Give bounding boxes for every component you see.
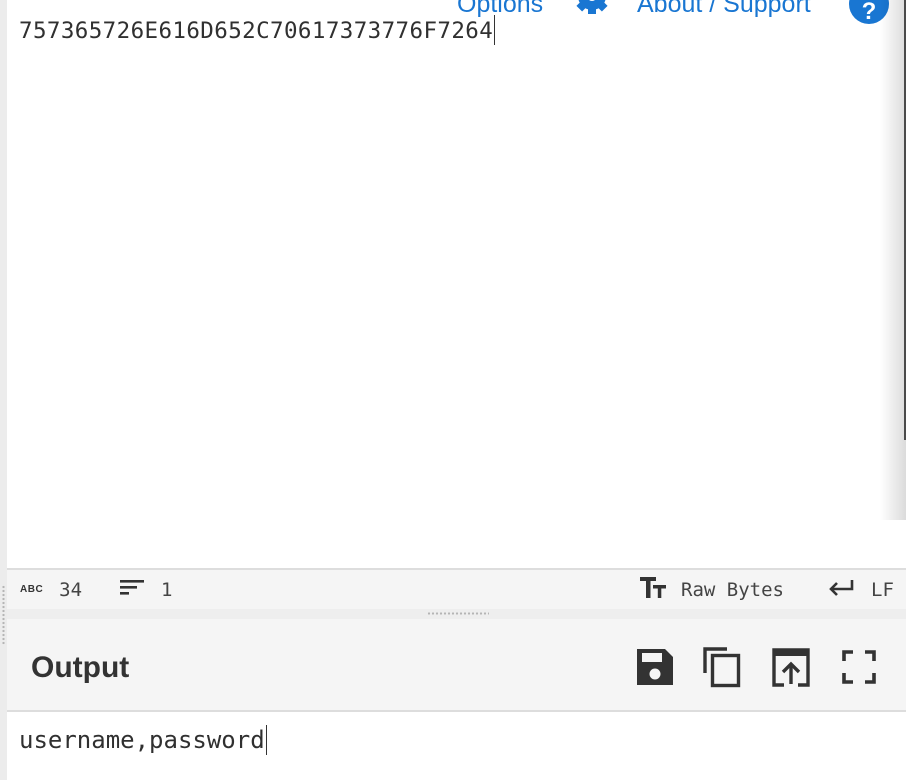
- abc-icon: ABC: [20, 584, 44, 595]
- text-cursor: [494, 15, 496, 45]
- length-stat: ABC 34: [20, 570, 82, 609]
- return-arrow-icon: [827, 577, 855, 602]
- vertical-resize-handle[interactable]: [2, 585, 5, 645]
- output-header: Output: [7, 619, 906, 712]
- save-icon[interactable]: [633, 645, 677, 689]
- resize-handle-dots[interactable]: [427, 612, 489, 615]
- copy-icon[interactable]: [701, 645, 745, 689]
- input-panel[interactable]: Options About / Support ? 757365726E616D…: [7, 0, 906, 568]
- output-format-selector[interactable]: Raw Bytes: [639, 570, 784, 609]
- output-panel[interactable]: username,password: [7, 712, 906, 780]
- format-label: Raw Bytes: [681, 578, 784, 601]
- fullscreen-icon[interactable]: [837, 645, 881, 689]
- lines-value: 1: [161, 578, 173, 601]
- length-value: 34: [59, 578, 83, 601]
- panel-resize-bar[interactable]: [7, 609, 906, 619]
- output-title: Output: [31, 651, 130, 684]
- output-cursor: [265, 725, 267, 755]
- eol-label: LF: [871, 578, 894, 601]
- side-panel-shadow: [880, 0, 906, 520]
- left-panel-edge: [0, 0, 7, 780]
- about-support-link[interactable]: About / Support: [637, 0, 811, 19]
- eol-selector[interactable]: LF: [827, 570, 894, 609]
- input-text[interactable]: 757365726E616D652C70617373776F7264: [19, 15, 496, 45]
- input-status-bar: ABC 34 1 Raw Bytes LF: [7, 568, 906, 609]
- output-value: username,password: [19, 726, 265, 754]
- output-text[interactable]: username,password: [19, 725, 267, 755]
- gear-icon[interactable]: [570, 0, 614, 20]
- lines-stat: 1: [119, 570, 172, 609]
- lines-icon: [119, 577, 145, 602]
- text-format-icon: [639, 575, 667, 604]
- input-value: 757365726E616D652C70617373776F7264: [19, 18, 494, 44]
- open-in-input-icon[interactable]: [769, 645, 813, 689]
